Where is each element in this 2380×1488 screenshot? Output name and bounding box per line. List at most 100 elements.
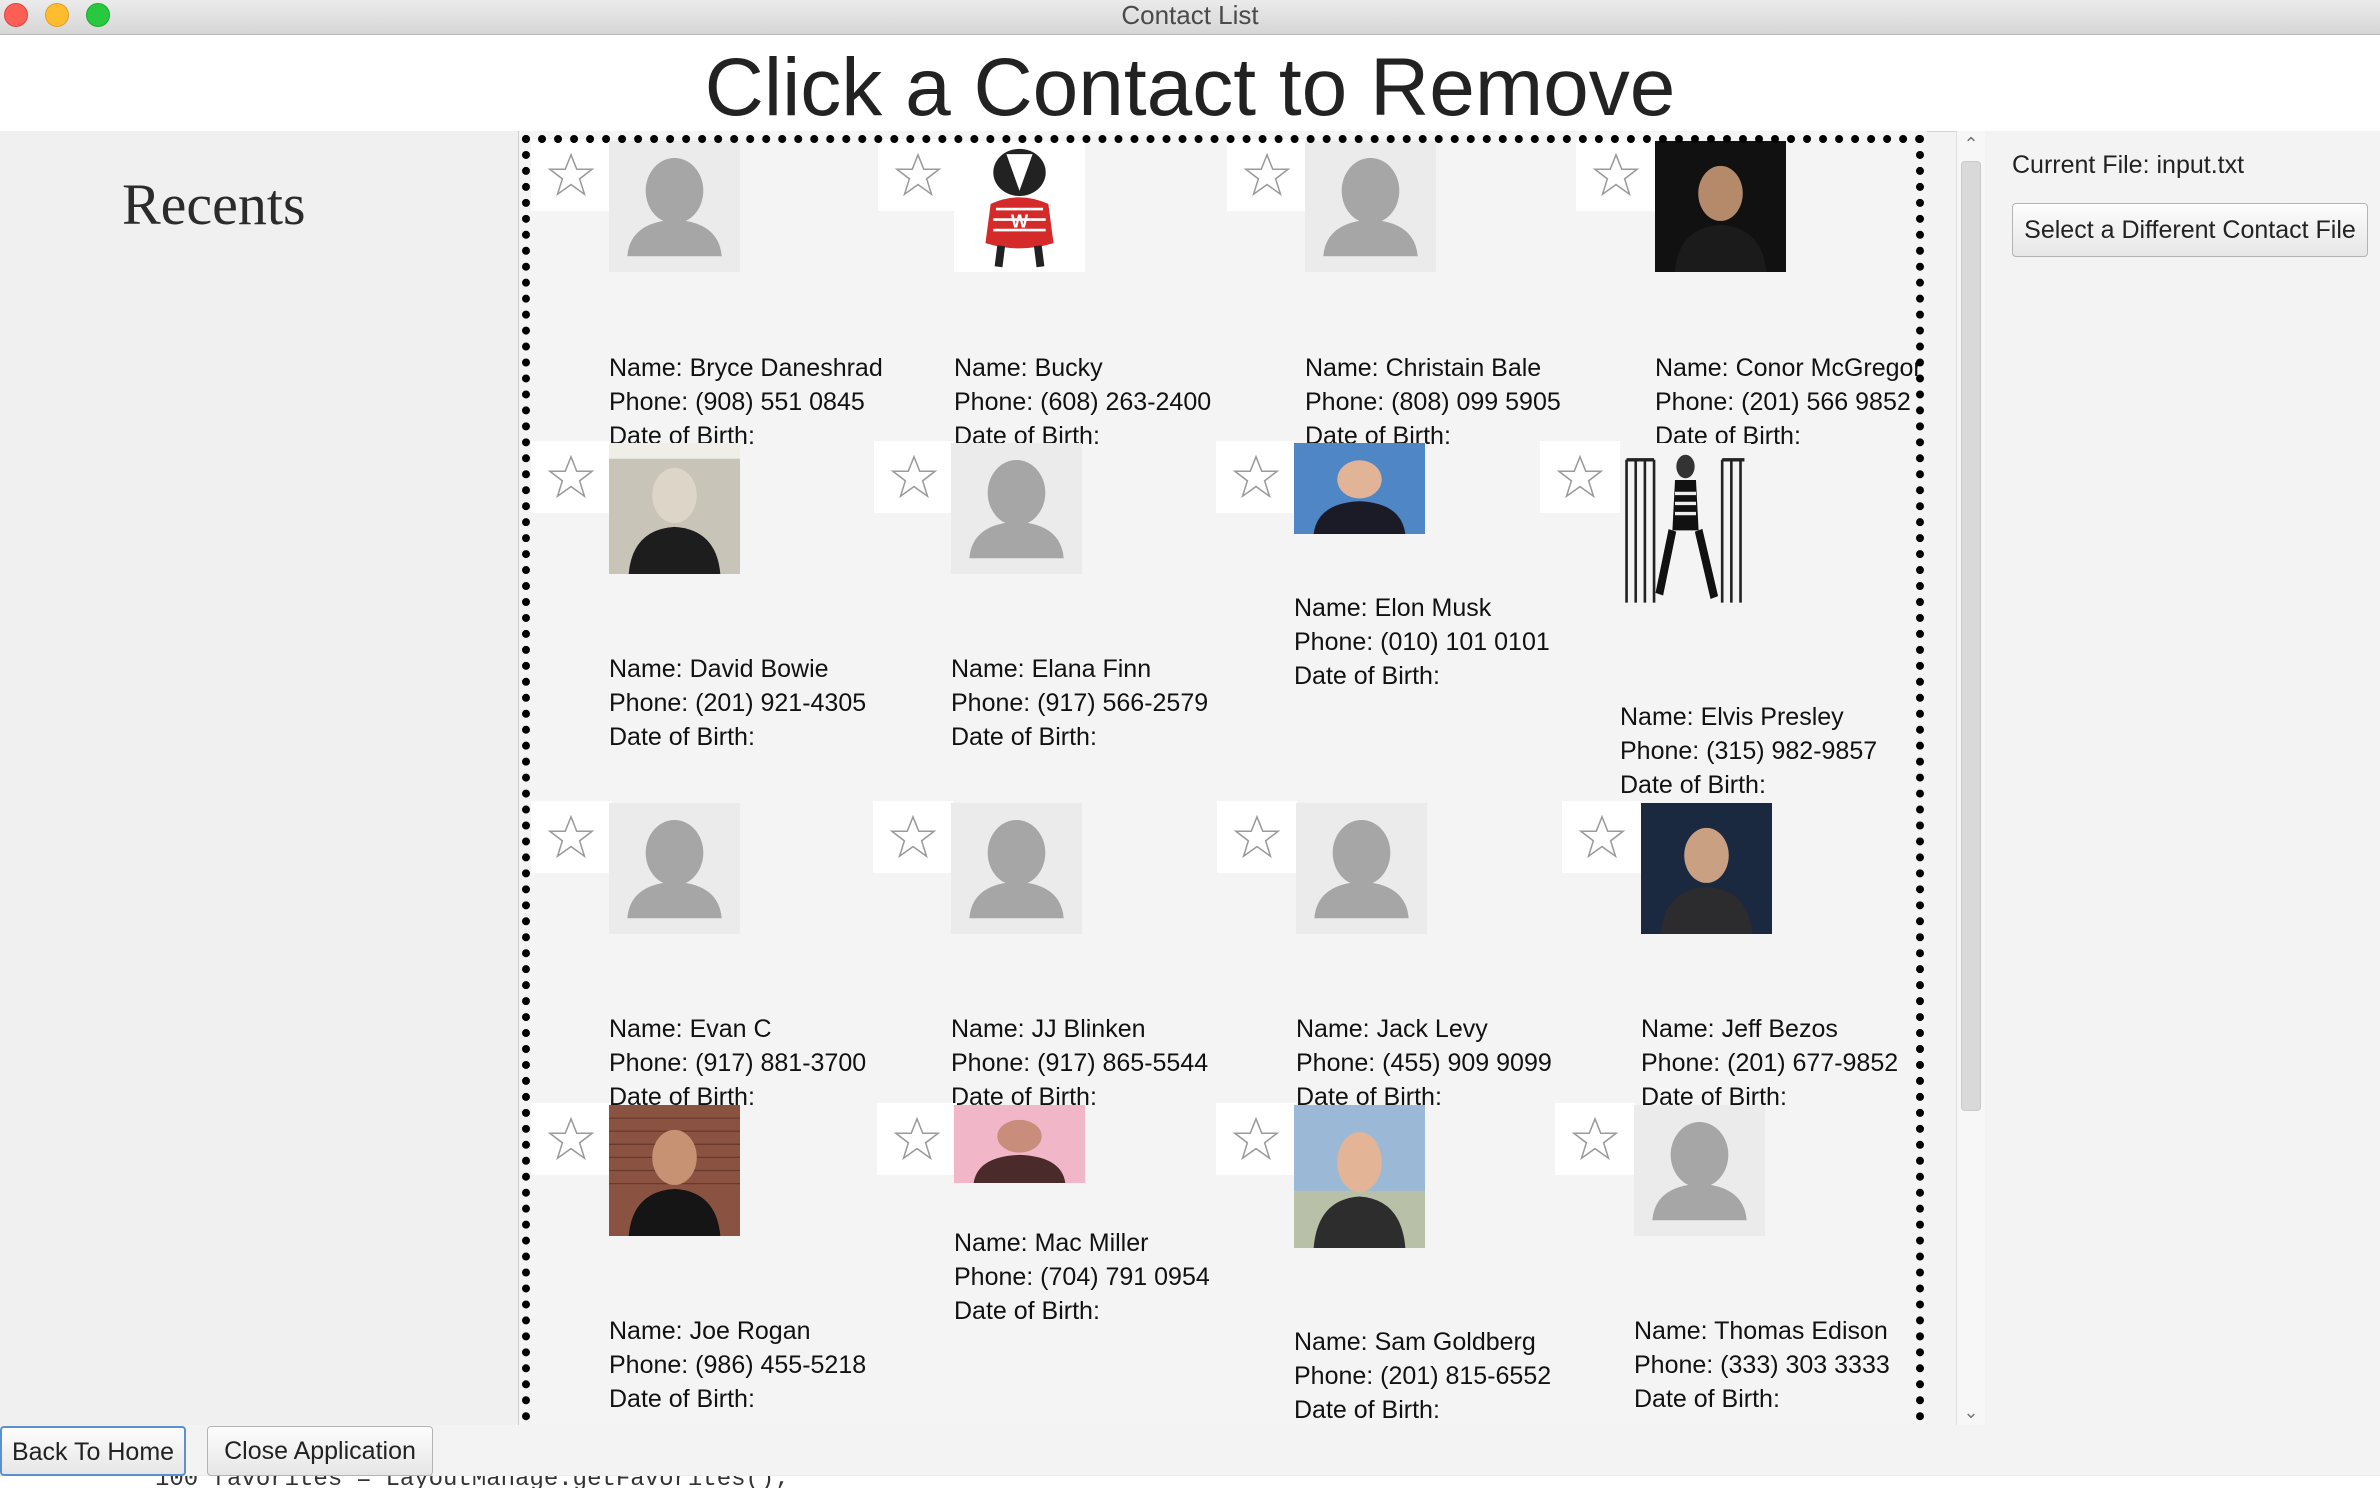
favorite-star-icon[interactable]	[878, 139, 958, 211]
contact-name: Name: Elvis Presley	[1620, 703, 1844, 731]
contact-dob: Date of Birth:	[1294, 1396, 1440, 1424]
contact-info[interactable]: Name: Bucky Phone: (608) 263-2400 Date of …	[954, 351, 1211, 453]
contact-photo[interactable]	[1620, 443, 1751, 611]
contact-photo[interactable]	[1294, 1105, 1425, 1248]
grid-scrollbar[interactable]: ⌃ ⌄	[1956, 131, 1985, 1425]
contact-phone: Phone: (201) 677-9852	[1641, 1049, 1899, 1077]
favorite-star-icon[interactable]	[1216, 441, 1296, 513]
contact-info[interactable]: Name: David Bowie Phone: (201) 921-4305 Da…	[609, 652, 866, 754]
contact-name: Name: Thomas Edison	[1634, 1317, 1888, 1345]
contact-dob: Date of Birth:	[1634, 1385, 1780, 1413]
favorite-star-icon[interactable]	[1217, 801, 1297, 873]
contact-dob: Date of Birth:	[1620, 771, 1766, 799]
back-to-home-button[interactable]: Back To Home	[0, 1426, 186, 1476]
contact-info[interactable]: Name: Sam Goldberg Phone: (201) 815-6552 D…	[1294, 1325, 1551, 1427]
avatar-placeholder-icon[interactable]	[1305, 141, 1436, 272]
favorite-star-icon[interactable]	[874, 441, 954, 513]
contact-name: Name: Jeff Bezos	[1641, 1015, 1838, 1043]
contact-photo[interactable]	[1655, 141, 1786, 272]
recents-panel: Recents	[0, 131, 519, 1425]
select-contact-file-button[interactable]: Select a Different Contact File	[2012, 203, 2368, 257]
favorite-star-icon[interactable]	[1540, 441, 1620, 513]
contact-info[interactable]: Name: Bryce Daneshrad Phone: (908) 551 08…	[609, 351, 883, 453]
contact-phone: Phone: (917) 865-5544	[951, 1049, 1209, 1077]
recents-title: Recents	[122, 172, 306, 237]
contact-name: Name: Bryce Daneshrad	[609, 354, 883, 382]
favorite-star-icon[interactable]	[873, 801, 953, 873]
contact-info[interactable]: Name: Evan C Phone: (917) 881-3700 Date of…	[609, 1012, 866, 1114]
contact-dob: Date of Birth:	[1294, 662, 1440, 690]
contact-name: Name: Elana Finn	[951, 655, 1152, 683]
file-panel: Current File: input.txt Select a Differe…	[1985, 131, 2380, 1425]
contact-phone: Phone: (201) 566 9852	[1655, 388, 1911, 416]
avatar-placeholder-icon[interactable]	[609, 141, 740, 272]
contact-phone: Phone: (315) 982-9857	[1620, 737, 1878, 765]
contact-info[interactable]: Name: Jeff Bezos Phone: (201) 677-9852 Dat…	[1641, 1012, 1898, 1114]
contact-photo[interactable]: W	[954, 141, 1085, 272]
contact-info[interactable]: Name: Elon Musk Phone: (010) 101 0101 Date…	[1294, 591, 1550, 693]
favorite-star-icon[interactable]	[1576, 139, 1656, 211]
contact-name: Name: JJ Blinken	[951, 1015, 1146, 1043]
close-application-button[interactable]: Close Application	[207, 1426, 433, 1476]
avatar-placeholder-icon[interactable]	[609, 803, 740, 934]
contact-photo[interactable]	[609, 1105, 740, 1236]
contact-dob: Date of Birth:	[954, 1297, 1100, 1325]
window-titlebar: Contact List	[0, 0, 2380, 35]
scroll-thumb[interactable]	[1961, 161, 1981, 1111]
contact-phone: Phone: (808) 099 5905	[1305, 388, 1561, 416]
page-header: Click a Contact to Remove	[0, 35, 2380, 133]
contact-phone: Phone: (010) 101 0101	[1294, 628, 1550, 656]
favorite-star-icon[interactable]	[877, 1103, 957, 1175]
contact-phone: Phone: (917) 881-3700	[609, 1049, 867, 1077]
favorite-star-icon[interactable]	[531, 1103, 611, 1175]
favorite-star-icon[interactable]	[1562, 801, 1642, 873]
favorite-star-icon[interactable]	[531, 139, 611, 211]
favorite-star-icon[interactable]	[1216, 1103, 1296, 1175]
contact-info[interactable]: Name: Mac Miller Phone: (704) 791 0954 Dat…	[954, 1226, 1210, 1328]
contact-name: Name: Elon Musk	[1294, 594, 1492, 622]
contact-photo[interactable]	[1294, 443, 1425, 534]
background-editor-strip: 100 favorites = LayoutManage.getFavorite…	[0, 1476, 2380, 1488]
scroll-up-icon[interactable]: ⌃	[1959, 133, 1983, 155]
contact-phone: Phone: (201) 815-6552	[1294, 1362, 1552, 1390]
contact-phone: Phone: (986) 455-5218	[609, 1351, 867, 1379]
contact-info[interactable]: Name: Thomas Edison Phone: (333) 303 3333…	[1634, 1314, 1890, 1416]
current-file-label: Current File: input.txt	[2012, 151, 2245, 179]
contact-grid[interactable]: Name: Bryce Daneshrad Phone: (908) 551 08…	[519, 131, 1927, 1425]
contact-dob: Date of Birth:	[609, 1385, 755, 1413]
contact-phone: Phone: (608) 263-2400	[954, 388, 1212, 416]
avatar-placeholder-icon[interactable]	[951, 803, 1082, 934]
favorite-star-icon[interactable]	[1227, 139, 1307, 211]
window-title: Contact List	[1121, 0, 1259, 30]
avatar-placeholder-icon[interactable]	[1296, 803, 1427, 934]
favorite-star-icon[interactable]	[531, 441, 611, 513]
favorite-star-icon[interactable]	[1555, 1103, 1635, 1175]
contact-info[interactable]: Name: Elvis Presley Phone: (315) 982-9857…	[1620, 700, 1877, 802]
contact-info[interactable]: Name: Joe Rogan Phone: (986) 455-5218 Date…	[609, 1314, 866, 1416]
contact-photo[interactable]	[954, 1105, 1085, 1183]
contact-dob: Date of Birth:	[951, 723, 1097, 751]
avatar-placeholder-icon[interactable]	[951, 443, 1082, 574]
page-title: Click a Contact to Remove	[704, 42, 1676, 133]
contact-name: Name: Evan C	[609, 1015, 772, 1043]
contact-info[interactable]: Name: Jack Levy Phone: (455) 909 9099 Date…	[1296, 1012, 1552, 1114]
scroll-down-icon[interactable]: ⌄	[1959, 1401, 1983, 1423]
favorite-star-icon[interactable]	[531, 801, 611, 873]
contact-phone: Phone: (917) 566-2579	[951, 689, 1209, 717]
contact-info[interactable]: Name: JJ Blinken Phone: (917) 865-5544 Dat…	[951, 1012, 1208, 1114]
contact-name: Name: Sam Goldberg	[1294, 1328, 1536, 1356]
contact-dob: Date of Birth:	[609, 723, 755, 751]
contact-photo[interactable]	[609, 443, 740, 574]
contact-info[interactable]: Name: Conor McGregor Phone: (201) 566 985…	[1655, 351, 1922, 453]
contact-name: Name: Christain Bale	[1305, 354, 1542, 382]
contact-phone: Phone: (455) 909 9099	[1296, 1049, 1552, 1077]
contact-name: Name: Mac Miller	[954, 1229, 1149, 1257]
contact-info[interactable]: Name: Elana Finn Phone: (917) 566-2579 Dat…	[951, 652, 1208, 754]
contact-name: Name: Jack Levy	[1296, 1015, 1488, 1043]
avatar-placeholder-icon[interactable]	[1634, 1105, 1765, 1236]
contact-name: Name: Conor McGregor	[1655, 354, 1922, 382]
contact-name: Name: Bucky	[954, 354, 1103, 382]
contact-photo[interactable]	[1641, 803, 1772, 934]
contact-name: Name: David Bowie	[609, 655, 829, 683]
contact-info[interactable]: Name: Christain Bale Phone: (808) 099 590…	[1305, 351, 1561, 453]
